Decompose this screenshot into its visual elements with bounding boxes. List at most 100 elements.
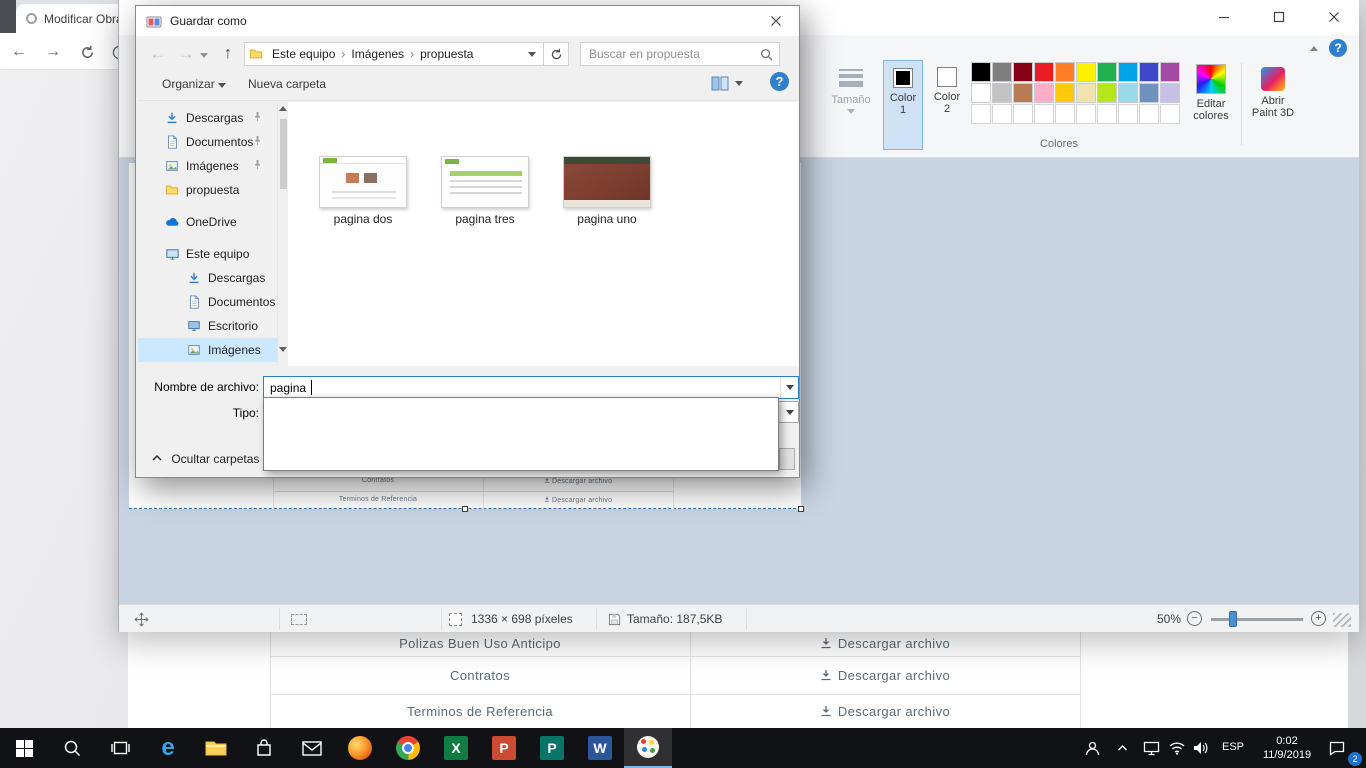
palette-empty-slot[interactable] <box>1076 104 1096 124</box>
browser-tab[interactable]: Modificar Obra/ <box>16 4 130 33</box>
color1-button[interactable]: Color 1 <box>883 60 923 150</box>
palette-color[interactable] <box>1160 83 1180 103</box>
filename-dropdown-icon[interactable] <box>780 377 798 398</box>
search-icon[interactable] <box>758 43 774 65</box>
powerpoint-icon[interactable]: P <box>480 728 528 768</box>
scrollbar-thumb[interactable] <box>280 119 287 189</box>
color2-button[interactable]: Color 2 <box>927 60 967 150</box>
filename-input[interactable]: pagina <box>263 376 799 399</box>
palette-color[interactable] <box>992 83 1012 103</box>
breadcrumb-propuesta[interactable]: propuesta <box>415 47 478 61</box>
minimize-button[interactable] <box>1199 0 1249 34</box>
filetype-dropdown-icon[interactable] <box>780 402 798 422</box>
refresh-button[interactable] <box>544 42 569 66</box>
sidebar-item-this-pc[interactable]: Este equipo <box>138 242 277 266</box>
resize-grip[interactable] <box>1333 613 1351 627</box>
chrome-icon[interactable] <box>384 728 432 768</box>
wifi-icon[interactable] <box>1166 737 1188 759</box>
address-bar[interactable]: Este equipo › Imágenes › propuesta <box>244 42 544 66</box>
palette-color[interactable] <box>1097 62 1117 82</box>
language-indicator[interactable]: ESP <box>1216 741 1250 753</box>
palette-color[interactable] <box>1118 83 1138 103</box>
excel-icon[interactable]: X <box>432 728 480 768</box>
file-thumbnail-pagina-tres[interactable] <box>441 156 529 208</box>
nav-up-icon[interactable]: ↑ <box>218 44 238 64</box>
sidebar-item-propuesta[interactable]: propuesta <box>138 178 277 202</box>
palette-empty-slot[interactable] <box>992 104 1012 124</box>
sidebar-item-imagenes[interactable]: Imágenes <box>138 338 277 362</box>
sidebar-item-escritorio[interactable]: Escritorio <box>138 314 277 338</box>
palette-empty-slot[interactable] <box>1013 104 1033 124</box>
address-dropdown-icon[interactable] <box>525 43 539 65</box>
scroll-up-icon[interactable] <box>279 106 287 111</box>
palette-color[interactable] <box>1013 83 1033 103</box>
sidebar-scrollbar[interactable] <box>277 102 288 366</box>
palette-color[interactable] <box>1139 83 1159 103</box>
breadcrumb-this-pc[interactable]: Este equipo <box>267 47 340 61</box>
paint-taskbar-icon[interactable] <box>624 728 672 768</box>
palette-empty-slot[interactable] <box>1118 104 1138 124</box>
zoom-slider-track[interactable] <box>1211 618 1303 621</box>
action-center-icon[interactable] <box>1326 737 1348 759</box>
sidebar-item-descargas-quick[interactable]: Descargas <box>138 106 277 130</box>
sidebar-item-onedrive[interactable]: OneDrive <box>138 210 277 234</box>
hidden-icons-chevron[interactable] <box>1114 740 1130 756</box>
palette-color[interactable] <box>1034 62 1054 82</box>
word-icon[interactable]: W <box>576 728 624 768</box>
save-button-partial[interactable] <box>779 448 795 470</box>
palette-empty-slot[interactable] <box>1139 104 1159 124</box>
palette-color[interactable] <box>971 83 991 103</box>
volume-icon[interactable] <box>1190 737 1212 759</box>
browser-reload-icon[interactable] <box>76 41 98 63</box>
search-box[interactable]: Buscar en propuesta <box>580 42 780 66</box>
palette-color[interactable] <box>1139 62 1159 82</box>
firefox-icon[interactable] <box>336 728 384 768</box>
breadcrumb-images[interactable]: Imágenes <box>346 47 409 61</box>
close-button[interactable] <box>1309 0 1359 34</box>
people-icon[interactable] <box>1080 736 1104 760</box>
file-thumbnail-pagina-dos[interactable] <box>319 156 407 208</box>
palette-color[interactable] <box>1034 83 1054 103</box>
download-link[interactable]: Descargar archivo <box>690 636 1080 652</box>
file-thumbnail-pagina-uno[interactable] <box>563 156 651 208</box>
browser-forward-icon[interactable]: → <box>42 41 64 63</box>
selection-handle-corner[interactable] <box>798 506 804 512</box>
dialog-close-button[interactable] <box>754 7 798 35</box>
palette-color[interactable] <box>1097 83 1117 103</box>
network-icon[interactable] <box>1140 737 1162 759</box>
new-folder-button[interactable]: Nueva carpeta <box>248 77 326 91</box>
zoom-in-button[interactable]: + <box>1311 611 1326 626</box>
taskbar-search-icon[interactable] <box>48 728 96 768</box>
task-view-icon[interactable] <box>96 728 144 768</box>
store-icon[interactable] <box>240 728 288 768</box>
help-icon[interactable]: ? <box>1329 39 1347 57</box>
edge-icon[interactable]: e <box>144 728 192 768</box>
clock[interactable]: 0:02 11/9/2019 <box>1252 734 1322 762</box>
palette-color[interactable] <box>1160 62 1180 82</box>
palette-color[interactable] <box>1055 83 1075 103</box>
palette-empty-slot[interactable] <box>971 104 991 124</box>
palette-color[interactable] <box>1118 62 1138 82</box>
palette-empty-slot[interactable] <box>1055 104 1075 124</box>
sidebar-item-documentos[interactable]: Documentos <box>138 290 277 314</box>
zoom-out-button[interactable]: − <box>1187 611 1202 626</box>
open-paint3d-button[interactable]: Abrir Paint 3D <box>1247 60 1299 152</box>
palette-color[interactable] <box>1055 62 1075 82</box>
selection-handle-bottom[interactable] <box>462 506 468 512</box>
size-button[interactable]: Tamaño <box>823 60 879 148</box>
download-link[interactable]: Descargar archivo <box>690 668 1080 684</box>
browser-back-icon[interactable]: ← <box>8 41 30 63</box>
scroll-down-icon[interactable] <box>279 347 287 352</box>
palette-color[interactable] <box>1076 83 1096 103</box>
file-explorer-icon[interactable] <box>192 728 240 768</box>
maximize-button[interactable] <box>1254 0 1304 34</box>
zoom-slider-thumb[interactable] <box>1229 611 1237 627</box>
nav-forward-icon[interactable]: → <box>176 44 196 64</box>
palette-color[interactable] <box>1076 62 1096 82</box>
palette-color[interactable] <box>992 62 1012 82</box>
sidebar-item-descargas[interactable]: Descargas <box>138 266 277 290</box>
palette-color[interactable] <box>971 62 991 82</box>
dialog-help-icon[interactable]: ? <box>770 72 789 91</box>
palette-empty-slot[interactable] <box>1034 104 1054 124</box>
organize-button[interactable]: Organizar <box>162 77 226 91</box>
